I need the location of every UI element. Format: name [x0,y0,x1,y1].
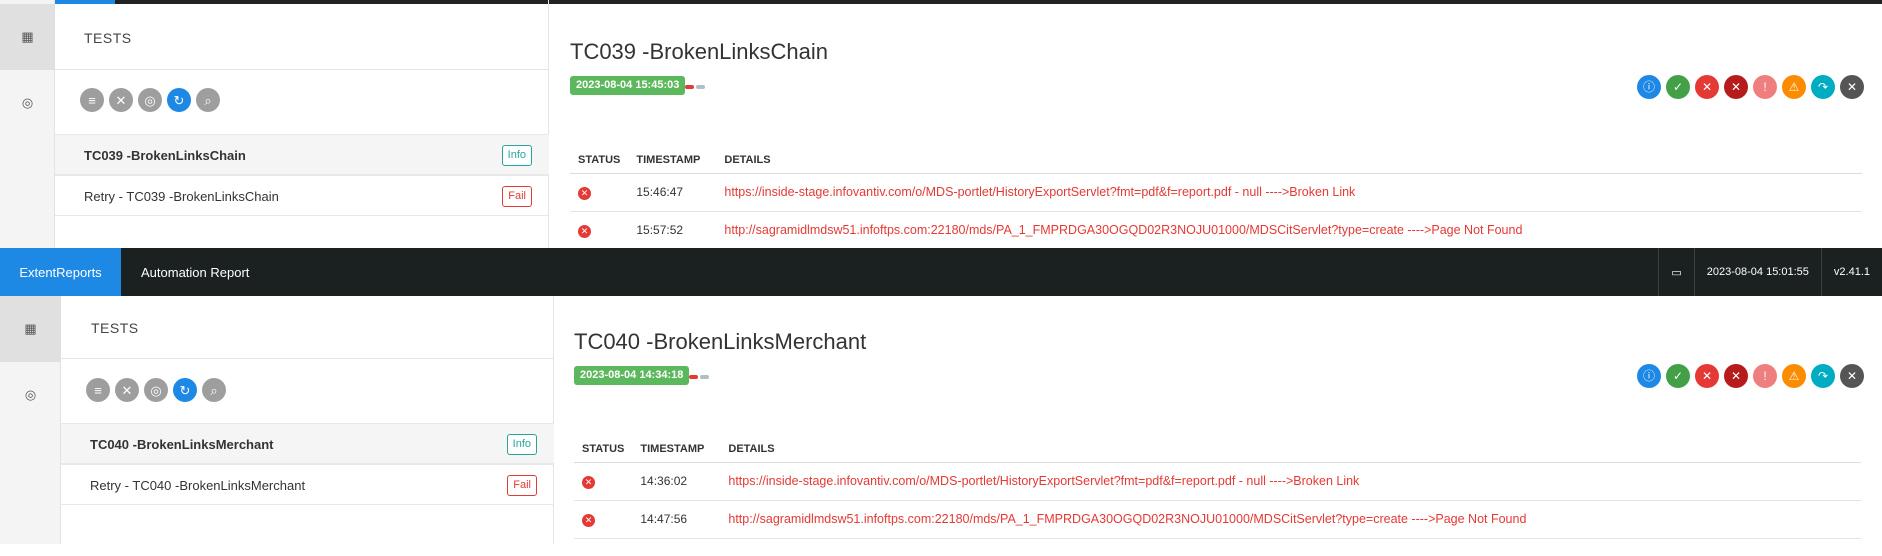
test-item-name: Retry - TC040 -BrokenLinksMerchant [90,478,306,493]
refresh-icon[interactable]: ↻ [173,378,197,402]
report-title: Automation Report [141,265,250,280]
search-icon[interactable]: ⌕ [202,378,226,402]
fail-filter-icon[interactable]: ✕ [1695,364,1719,388]
error-filter-icon[interactable]: ! [1753,364,1777,388]
timestamp-column-header: TIMESTAMP [628,147,717,174]
timestamp-column-header: TIMESTAMP [632,436,721,463]
fail-status-icon: ✕ [582,475,595,489]
warning-filter-icon[interactable]: ⚠ [1782,75,1806,99]
close-icon[interactable]: ✕ [109,88,133,112]
timestamp-badge: 2023-08-04 14:34:18 [574,366,690,385]
target-icon[interactable]: ◎ [144,378,168,402]
pass-filter-icon[interactable]: ✓ [1666,364,1690,388]
fail-status-icon: ✕ [578,224,591,238]
error-filter-icon[interactable]: ! [1753,75,1777,99]
pass-filter-icon[interactable]: ✓ [1666,75,1690,99]
version-label: v2.41.1 [1820,248,1882,296]
status-cell: ✕ [574,462,633,501]
test-detail: TC040 -BrokenLinksMerchant 2023-08-04 14… [554,296,1882,544]
details-cell: http://sagramidlmdsw51.infoftps.com:2218… [716,211,1862,248]
status-badge: Fail [502,186,532,207]
timestamp-cell: 15:46:47 [628,173,717,212]
target-icon[interactable]: ◎ [138,88,162,112]
clear-filter-icon[interactable]: ✕ [1840,364,1864,388]
test-title: TC040 -BrokenLinksMerchant [574,329,867,354]
test-detail: TC039 -BrokenLinksChain 2023-08-04 15:45… [549,0,1882,248]
table-row: ✕ 14:47:56 http://sagramidlmdsw51.infoft… [574,500,1861,539]
test-item[interactable]: TC039 -BrokenLinksChain Info [55,134,549,175]
details-cell: https://inside-stage.infovantiv.com/o/MD… [716,173,1862,212]
timestamp-cell: 15:57:52 [628,211,717,248]
tests-column: TESTS ≡ ✕ ◎ ↻ ⌕ TC039 -BrokenLinksChain … [55,0,549,248]
status-filters: ⓘ ✓ ✕ ✕ ! ⚠ ↷ ✕ [1637,75,1864,99]
status-badge: Fail [507,475,537,496]
dashboard-icon[interactable]: ▦ [0,4,55,70]
navbar-right: ▭ 2023-08-04 15:01:55 v2.41.1 [1658,248,1882,296]
refresh-icon[interactable]: ↻ [167,88,191,112]
test-toolbar: ≡ ✕ ◎ ↻ ⌕ [86,378,226,402]
close-icon[interactable]: ✕ [115,378,139,402]
test-toolbar: ≡ ✕ ◎ ↻ ⌕ [80,88,220,112]
test-item[interactable]: TC040 -BrokenLinksMerchant Info [61,423,554,464]
fatal-filter-icon[interactable]: ✕ [1724,75,1748,99]
status-filters: ⓘ ✓ ✕ ✕ ! ⚠ ↷ ✕ [1637,364,1864,388]
table-row: ✕ 14:36:02 https://inside-stage.infovant… [574,462,1861,501]
status-badge: Info [501,145,532,166]
tests-header: TESTS [91,320,139,336]
status-cell: ✕ [570,173,629,212]
status-cell: ✕ [574,500,633,539]
table-row: ✕ 15:46:47 https://inside-stage.infovant… [570,173,1862,212]
clear-filter-icon[interactable]: ✕ [1840,75,1864,99]
list-icon[interactable]: ≡ [86,378,110,402]
test-item-name: Retry - TC039 -BrokenLinksChain [84,189,279,204]
brand-logo[interactable]: ExtentReports [0,248,121,296]
tests-column: TESTS ≡ ✕ ◎ ↻ ⌕ TC040 -BrokenLinksMercha… [61,296,554,544]
target-icon[interactable]: ◎ [0,362,61,428]
sidebar: ▦ ◎ [0,0,55,248]
fail-status-icon: ✕ [578,186,591,200]
skip-filter-icon[interactable]: ↷ [1811,364,1835,388]
skip-filter-icon[interactable]: ↷ [1811,75,1835,99]
sidebar: ▦ ◎ [0,296,61,544]
info-filter-icon[interactable]: ⓘ [1637,364,1661,388]
timestamp-cell: 14:47:56 [632,500,721,539]
details-column-header: DETAILS [716,147,1862,174]
status-column-header: STATUS [570,147,629,174]
fail-filter-icon[interactable]: ✕ [1695,75,1719,99]
info-filter-icon[interactable]: ⓘ [1637,75,1661,99]
details-cell: https://inside-stage.infovantiv.com/o/MD… [720,462,1861,501]
test-item[interactable]: Retry - TC039 -BrokenLinksChain Fail [55,175,549,216]
search-icon[interactable]: ⌕ [196,88,220,112]
test-item-name: TC039 -BrokenLinksChain [84,148,246,163]
warning-filter-icon[interactable]: ⚠ [1782,364,1806,388]
test-item[interactable]: Retry - TC040 -BrokenLinksMerchant Fail [61,464,554,505]
report-panel-bottom: ▦ ◎ TESTS ≡ ✕ ◎ ↻ ⌕ TC040 -BrokenLinksMe… [0,296,1882,544]
details-column-header: DETAILS [720,436,1861,463]
status-dashes [689,375,709,379]
monitor-icon[interactable]: ▭ [1658,248,1693,296]
tests-header: TESTS [84,30,132,46]
list-icon[interactable]: ≡ [80,88,104,112]
target-icon[interactable]: ◎ [0,70,55,136]
timestamp-badge: 2023-08-04 15:45:03 [570,76,686,95]
table-row: ✕ 15:57:52 http://sagramidlmdsw51.infoft… [570,211,1862,248]
report-datetime: 2023-08-04 15:01:55 [1693,248,1821,296]
status-column-header: STATUS [574,436,633,463]
log-table: STATUS TIMESTAMP DETAILS ✕ 15:46:47 http… [570,147,1862,248]
test-title: TC039 -BrokenLinksChain [570,39,829,64]
fatal-filter-icon[interactable]: ✕ [1724,364,1748,388]
test-item-name: TC040 -BrokenLinksMerchant [90,437,274,452]
fail-status-icon: ✕ [582,513,595,527]
report-panel-top: ▦ ◎ TESTS ≡ ✕ ◎ ↻ ⌕ TC039 -BrokenLinksCh… [0,0,1882,248]
status-dashes [685,85,705,89]
timestamp-cell: 14:36:02 [632,462,721,501]
log-table: STATUS TIMESTAMP DETAILS ✕ 14:36:02 http… [574,436,1861,539]
status-badge: Info [506,434,537,455]
dashboard-icon[interactable]: ▦ [0,296,61,362]
details-cell: http://sagramidlmdsw51.infoftps.com:2218… [720,500,1861,539]
top-navbar: ExtentReports Automation Report ▭ 2023-0… [0,248,1882,296]
status-cell: ✕ [570,211,629,248]
